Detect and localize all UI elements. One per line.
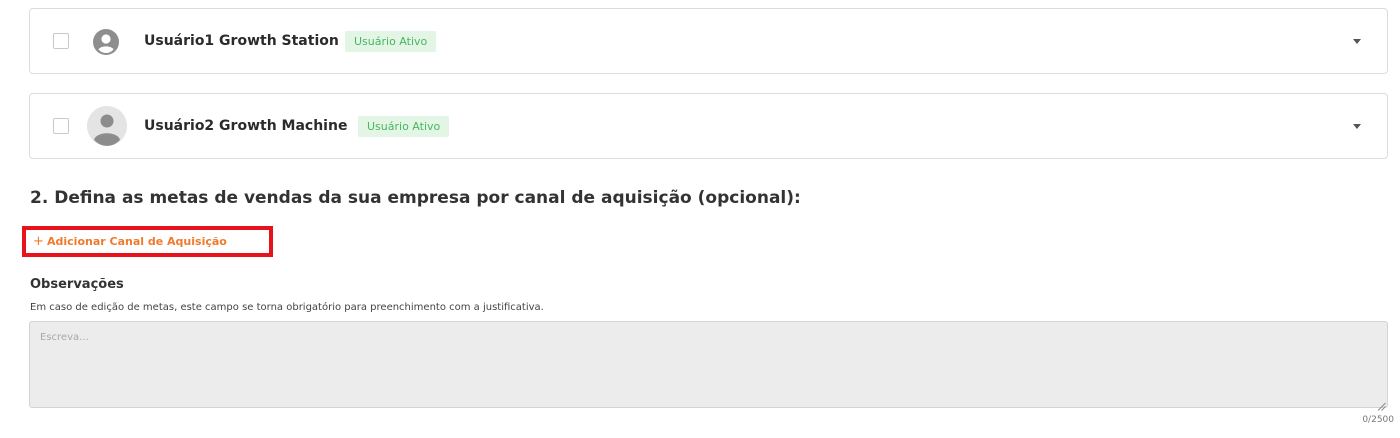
add-channel-button[interactable]: + Adicionar Canal de Aquisição xyxy=(22,226,273,257)
user-2-checkbox[interactable] xyxy=(53,118,69,134)
user-1-checkbox[interactable] xyxy=(53,33,69,49)
resize-handle-icon[interactable] xyxy=(1377,396,1386,411)
chevron-down-icon[interactable] xyxy=(1353,124,1361,129)
observations-textarea[interactable] xyxy=(29,321,1388,408)
user-card-2[interactable]: Usuário2 Growth Machine Usuário Ativo xyxy=(29,93,1388,159)
status-badge: Usuário Ativo xyxy=(345,31,437,52)
add-channel-label: Adicionar Canal de Aquisição xyxy=(47,235,227,248)
user-circle-icon xyxy=(92,28,120,56)
status-badge: Usuário Ativo xyxy=(358,116,450,137)
user-name: Usuário1 Growth Station xyxy=(144,33,339,49)
plus-icon: + xyxy=(33,234,44,249)
section-title: 2. Defina as metas de vendas da sua empr… xyxy=(30,188,801,208)
user-name: Usuário2 Growth Machine xyxy=(144,118,348,134)
user-card-1[interactable]: Usuário1 Growth Station Usuário Ativo xyxy=(29,8,1388,74)
avatar xyxy=(87,106,127,146)
observations-title: Observações xyxy=(30,277,124,292)
observations-hint: Em caso de edição de metas, este campo s… xyxy=(30,302,544,313)
character-counter: 0/2500 xyxy=(1362,415,1394,425)
chevron-down-icon[interactable] xyxy=(1353,39,1361,44)
